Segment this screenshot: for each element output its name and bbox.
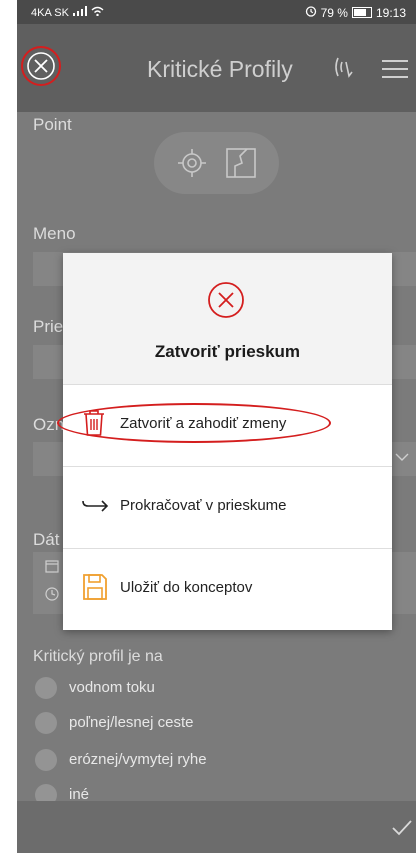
carrier-text: 4KA SK (31, 6, 69, 19)
radio-vodnom-toku[interactable] (35, 677, 57, 699)
location-selector (154, 132, 279, 194)
app-title: Kritické Profily (147, 56, 293, 82)
check-icon[interactable] (391, 819, 413, 837)
clock-icon (45, 587, 59, 601)
point-label: Point (33, 115, 72, 134)
gps-signal-icon[interactable] (332, 54, 358, 85)
save-icon (83, 574, 107, 600)
arrow-right-icon (82, 500, 109, 512)
menu-icon[interactable] (382, 58, 408, 85)
prie-label: Prie (33, 317, 64, 336)
profile-label: Kritický profil je na (33, 648, 163, 665)
app-bar: Kritické Profily (17, 24, 416, 112)
save-draft-label: Uložiť do konceptov (120, 579, 253, 596)
save-draft-option[interactable]: Uložiť do konceptov (63, 549, 392, 631)
close-survey-button[interactable] (21, 46, 61, 86)
alarm-icon (305, 5, 317, 20)
close-survey-dialog: Zatvoriť prieskum Zatvoriť a zahodiť zme… (57, 253, 392, 631)
meno-label: Meno (33, 224, 76, 243)
radio-polnej-ceste[interactable] (35, 712, 57, 734)
chevron-down-icon[interactable] (395, 452, 409, 462)
radio-eroznej-ryhe[interactable] (35, 749, 57, 771)
calendar-icon (45, 560, 59, 573)
map-icon[interactable] (224, 146, 258, 180)
clock-time: 19:13 (375, 5, 406, 20)
close-circle-icon (27, 52, 55, 80)
dialog-title: Zatvoriť prieskum (154, 342, 301, 361)
close-circle-icon (208, 282, 244, 318)
continue-survey-label: Prokračovať v prieskume (120, 497, 287, 514)
dat-label: Dát (33, 530, 60, 549)
battery-icon (351, 7, 372, 18)
discard-changes-option[interactable]: Zatvoriť a zahodiť zmeny (57, 385, 392, 467)
discard-changes-label: Zatvoriť a zahodiť zmeny (120, 415, 287, 432)
signal-icon (72, 6, 87, 19)
target-icon[interactable] (176, 147, 208, 179)
radio-label: vodnom toku (69, 679, 155, 696)
radio-label: poľnej/lesnej ceste (69, 714, 194, 731)
bottom-bar (17, 801, 416, 853)
battery-percent: 79 % (320, 5, 348, 20)
continue-survey-option[interactable]: Prokračovať v prieskume (63, 467, 392, 549)
dialog-header: Zatvoriť prieskum (63, 253, 392, 385)
phone-screen: 4KA SK 79 % 19:13 Kritické Profily Point… (17, 0, 416, 853)
trash-icon (84, 410, 104, 436)
status-bar: 4KA SK 79 % 19:13 (17, 0, 416, 24)
radio-label: eróznej/vymytej ryhe (69, 751, 207, 768)
wifi-icon (91, 6, 104, 19)
